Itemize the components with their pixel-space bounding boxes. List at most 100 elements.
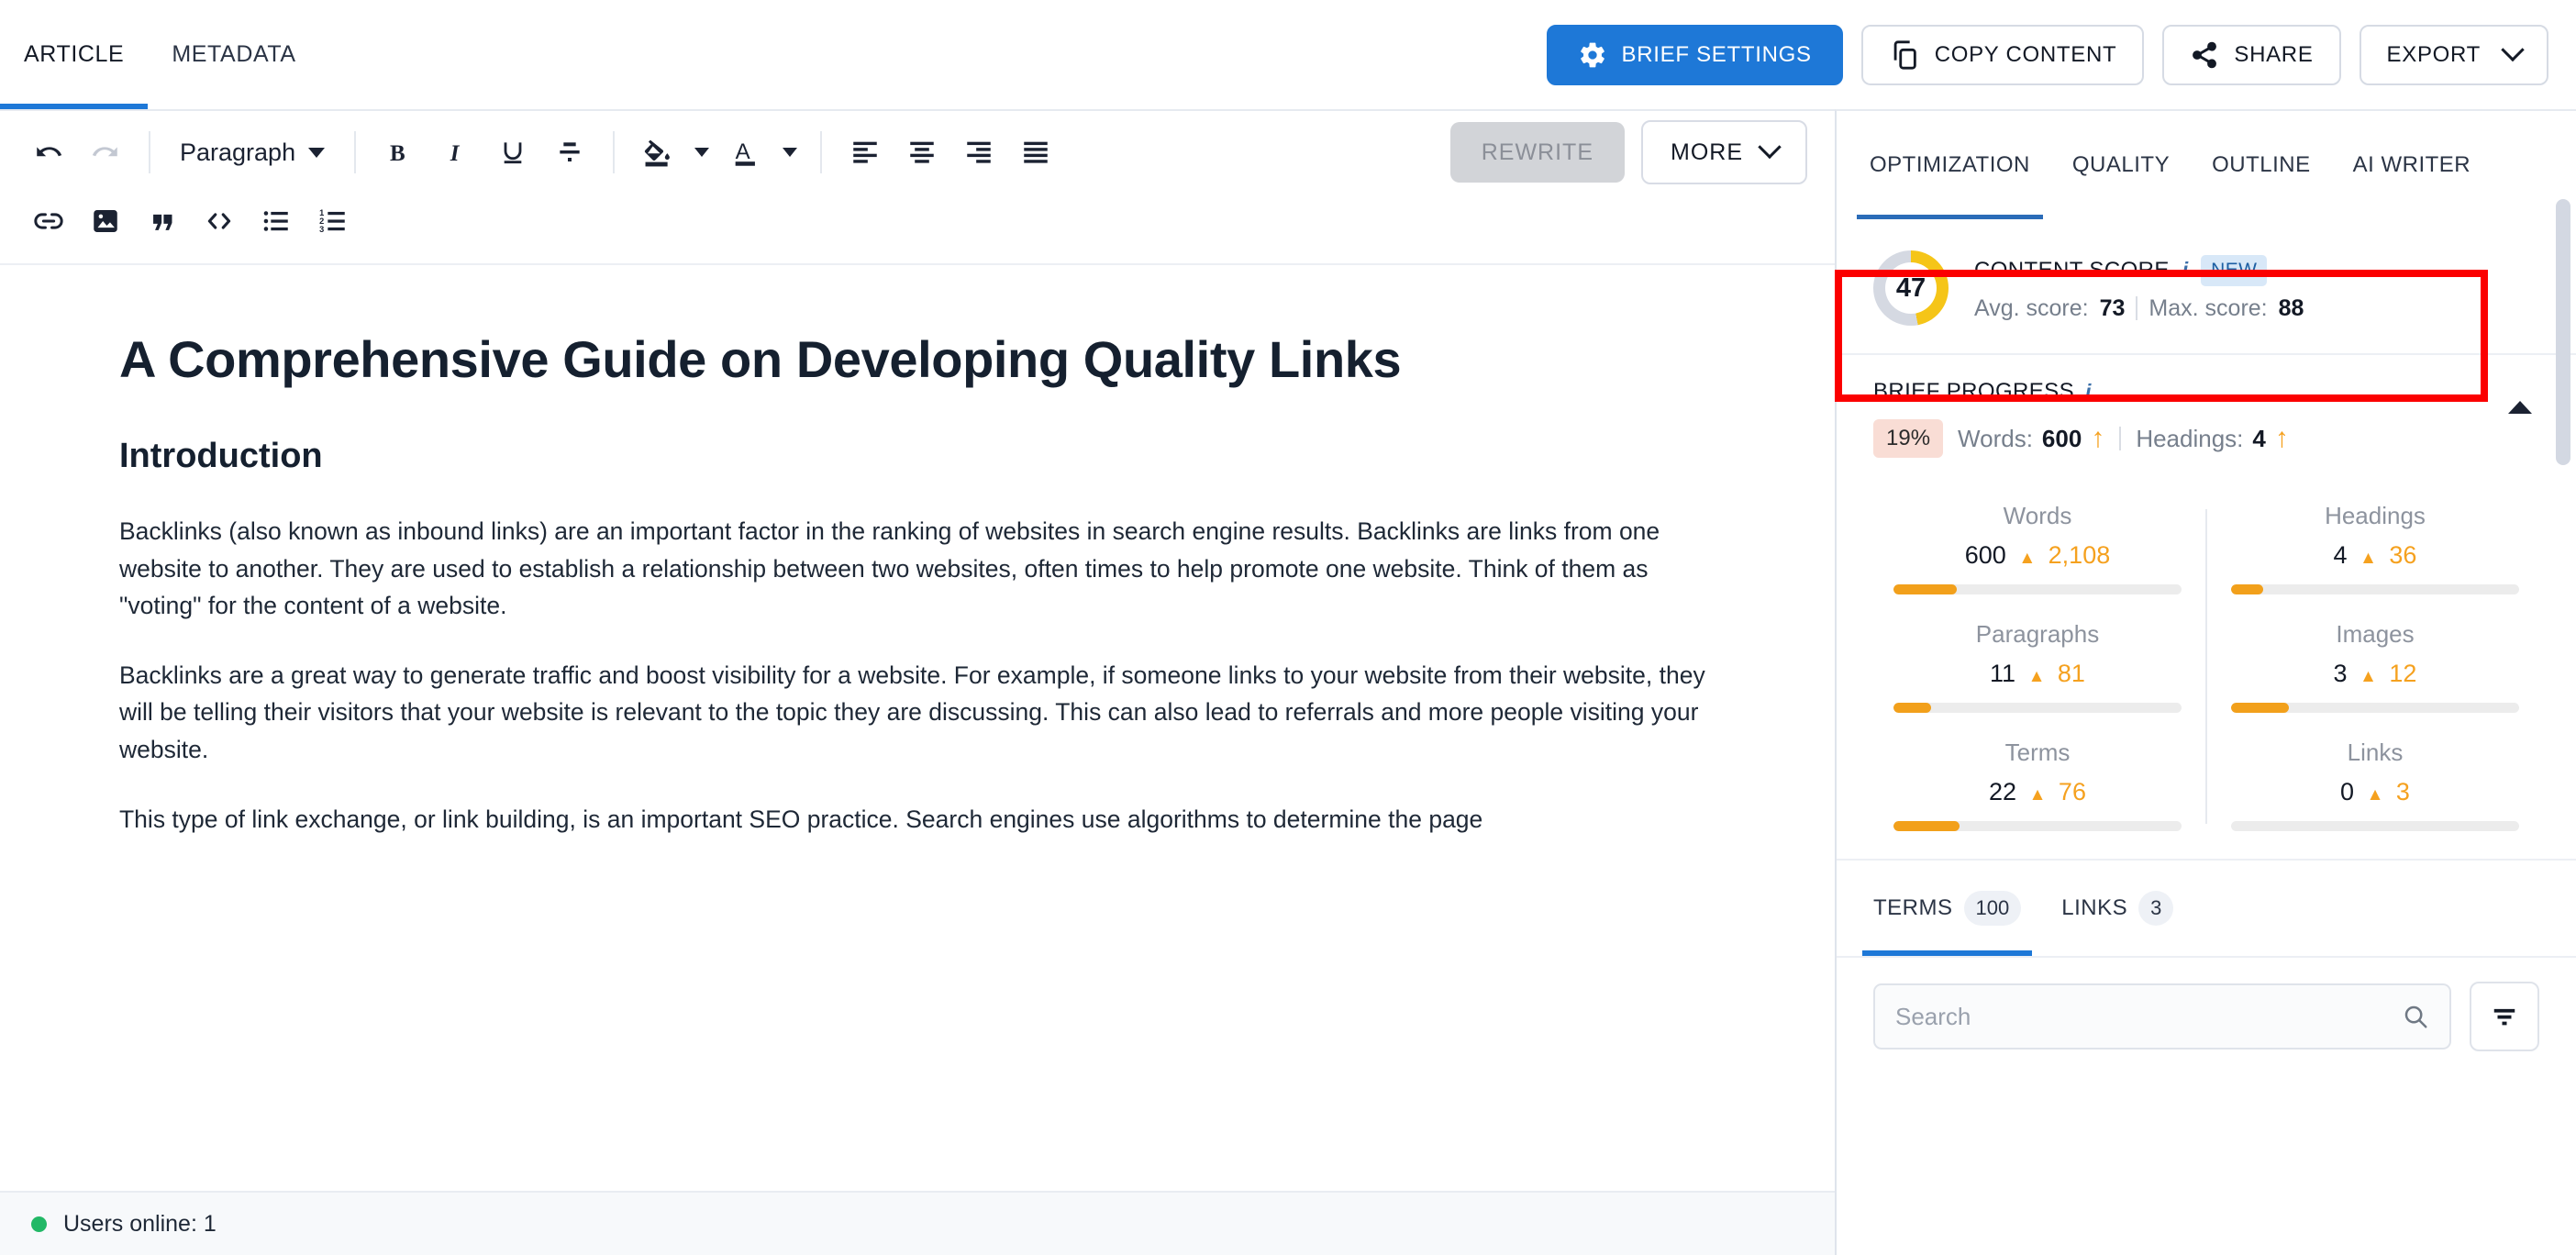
body: Paragraph B I A REWRITE MORE 1 2 3 A Com… (0, 109, 2576, 1255)
align-center-icon[interactable] (894, 124, 950, 181)
chevron-down-icon (2501, 38, 2525, 63)
fill-color-icon[interactable] (629, 124, 686, 181)
brief-progress-section: BRIEF PROGRESS i 19% Words: 600 ↑ Headin… (1837, 355, 2576, 480)
toolbar-divider (354, 131, 357, 173)
metric-name: Links (2347, 739, 2404, 766)
metric-value: 600 (1964, 541, 2006, 569)
align-left-icon[interactable] (837, 124, 894, 181)
info-icon[interactable]: i (2085, 380, 2091, 405)
divider (2119, 427, 2122, 450)
brief-words: Words: 600 ↑ (1958, 425, 2104, 453)
blockquote-icon[interactable] (134, 193, 191, 250)
align-justify-icon[interactable] (1007, 124, 1064, 181)
brief-progress-title: BRIEF PROGRESS (1873, 379, 2074, 404)
tab-optimization[interactable]: OPTIMIZATION (1857, 111, 2043, 219)
metric-goal: 2,108 (2048, 541, 2111, 569)
metric-progress-bar (1893, 821, 2182, 831)
more-button[interactable]: MORE (1641, 120, 1807, 184)
image-icon[interactable] (77, 193, 134, 250)
metric-goal: 81 (2057, 660, 2085, 687)
metric-values: 22 ▲ 76 (1893, 778, 2182, 806)
share-button[interactable]: SHARE (2162, 24, 2341, 85)
metric-progress-bar (2231, 584, 2519, 594)
metrics-column-left: Words 600 ▲ 2,108 Paragraphs 11 ▲ 81 Ter… (1870, 502, 2205, 831)
svg-text:B: B (390, 141, 405, 166)
clear-formatting-icon[interactable] (541, 124, 598, 181)
fill-color-control[interactable] (629, 124, 717, 181)
text-color-icon[interactable]: A (717, 124, 774, 181)
svg-text:3: 3 (319, 225, 324, 234)
block-format-select[interactable]: Paragraph (165, 125, 339, 180)
svg-text:A: A (736, 139, 751, 164)
metrics-grid: Words 600 ▲ 2,108 Paragraphs 11 ▲ 81 Ter… (1837, 480, 2576, 859)
metric-progress-bar (1893, 584, 2182, 594)
tab-quality[interactable]: QUALITY (2072, 111, 2170, 219)
search-input[interactable] (1895, 1002, 2393, 1031)
numbered-list-icon[interactable]: 123 (305, 193, 361, 250)
document-paragraph[interactable]: Backlinks are a great way to generate tr… (119, 657, 1715, 768)
toolbar-divider (613, 131, 616, 173)
tab-article-label: ARTICLE (24, 41, 125, 67)
copy-content-button[interactable]: COPY CONTENT (1860, 24, 2145, 85)
tab-article[interactable]: ARTICLE (0, 0, 149, 109)
search-icon[interactable] (2402, 1003, 2429, 1030)
document-heading[interactable]: Introduction (119, 437, 1715, 477)
triangle-up-icon: ▲ (2366, 785, 2384, 805)
editor-toolbar: Paragraph B I A REWRITE MORE 1 2 3 (0, 111, 1835, 265)
metric-value: 11 (1990, 660, 2016, 687)
fill-color-dropdown-arrow[interactable] (686, 124, 717, 181)
text-color-dropdown-arrow[interactable] (774, 124, 805, 181)
collapse-section-caret-icon[interactable] (2508, 401, 2532, 414)
max-score-value: 88 (2278, 294, 2304, 321)
document-paragraph[interactable]: This type of link exchange, or link buil… (119, 801, 1715, 838)
gear-icon (1578, 40, 1607, 70)
divider (2136, 296, 2138, 320)
document-title[interactable]: A Comprehensive Guide on Developing Qual… (119, 330, 1715, 389)
metric-headings: Headings 4 ▲ 36 (2207, 502, 2543, 594)
tab-metadata[interactable]: METADATA (148, 0, 319, 109)
info-icon[interactable]: i (2182, 258, 2188, 283)
toolbar-row-1: Paragraph B I A REWRITE MORE (0, 117, 1835, 188)
rewrite-button[interactable]: REWRITE (1449, 122, 1625, 183)
block-format-label: Paragraph (180, 138, 296, 166)
align-right-icon[interactable] (950, 124, 1007, 181)
bullet-list-icon[interactable] (248, 193, 305, 250)
new-badge: NEW (2201, 254, 2268, 286)
panel-scrollbar-track[interactable] (2556, 199, 2570, 1246)
panel-scrollbar-thumb[interactable] (2556, 199, 2570, 465)
bold-icon[interactable]: B (371, 124, 427, 181)
metric-links: Links 0 ▲ 3 (2207, 739, 2543, 831)
tab-links[interactable]: LINKS 3 (2061, 861, 2174, 956)
tab-ai-writer-label: AI WRITER (2352, 152, 2471, 177)
metric-value: 22 (1989, 778, 2017, 805)
panel-tabs: OPTIMIZATION QUALITY OUTLINE AI WRITER (1837, 111, 2576, 219)
metric-name: Terms (2004, 739, 2071, 766)
metric-goal: 76 (2058, 778, 2086, 805)
search-field-wrapper[interactable] (1873, 983, 2451, 1050)
document-paragraph[interactable]: Backlinks (also known as inbound links) … (119, 513, 1715, 624)
tab-terms[interactable]: TERMS 100 (1861, 861, 2033, 956)
tab-ai-writer[interactable]: AI WRITER (2353, 111, 2471, 219)
more-label: MORE (1671, 139, 1743, 165)
redo-icon[interactable] (77, 124, 134, 181)
chevron-down-icon (1758, 135, 1782, 161)
toolbar-divider (149, 131, 150, 173)
document-editor[interactable]: A Comprehensive Guide on Developing Qual… (0, 265, 1835, 1191)
link-icon[interactable] (20, 193, 77, 250)
brief-settings-button[interactable]: BRIEF SETTINGS (1546, 24, 1843, 85)
filter-icon (2491, 1003, 2518, 1030)
underline-icon[interactable] (484, 124, 541, 181)
code-icon[interactable] (191, 193, 248, 250)
triangle-up-icon: ▲ (2028, 785, 2047, 805)
export-button[interactable]: EXPORT (2359, 24, 2548, 85)
undo-icon[interactable] (20, 124, 77, 181)
avg-score-value: 73 (2099, 294, 2126, 321)
italic-icon[interactable]: I (427, 124, 484, 181)
text-color-control[interactable]: A (717, 124, 805, 181)
filter-button[interactable] (2470, 982, 2539, 1051)
tab-outline[interactable]: OUTLINE (2212, 111, 2311, 219)
metric-paragraphs: Paragraphs 11 ▲ 81 (1870, 620, 2205, 713)
metric-progress-bar (2231, 703, 2519, 713)
export-label: EXPORT (2386, 41, 2481, 67)
metric-values: 3 ▲ 12 (2231, 660, 2519, 688)
